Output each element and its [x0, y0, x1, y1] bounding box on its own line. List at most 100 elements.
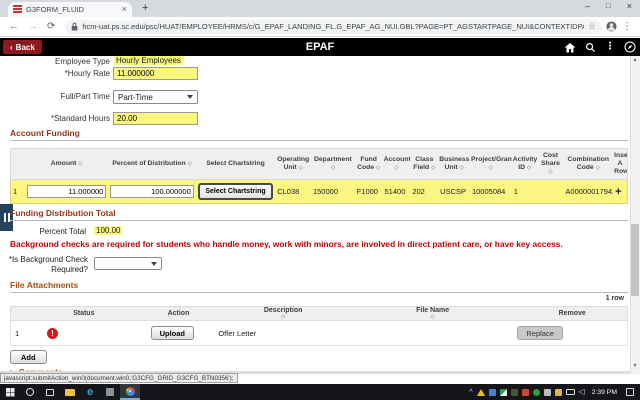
- combination-code-value: A00000017942: [565, 187, 614, 196]
- sort-icon: ◇: [488, 165, 493, 171]
- hidden-icons-chevron[interactable]: ^: [469, 389, 472, 396]
- tab-title: G3FORM_FLUID: [26, 5, 84, 14]
- tray-icon[interactable]: [543, 388, 551, 396]
- upload-button[interactable]: Upload: [150, 326, 195, 340]
- tray-warning-icon[interactable]: [476, 388, 485, 396]
- project-grant-value: 10005084: [471, 187, 506, 196]
- add-button[interactable]: Add: [10, 350, 47, 364]
- vertical-scrollbar[interactable]: ▲ ▼: [630, 56, 640, 374]
- app-header: ‹ Back EPAF ⋮: [0, 38, 640, 56]
- col-project-grant[interactable]: Project/Grant ◇: [470, 156, 512, 172]
- sort-icon: ◇: [330, 165, 335, 171]
- attachments-header-row: Status Action Description ◇ File Name ◇ …: [10, 306, 628, 321]
- window-minimize-button[interactable]: –: [585, 1, 590, 11]
- edge-button[interactable]: e: [80, 384, 100, 400]
- background-check-warning: Background checks are required for stude…: [10, 239, 563, 249]
- folder-icon: [65, 388, 75, 396]
- home-icon[interactable]: [564, 42, 576, 53]
- sort-icon: ◇: [526, 165, 532, 171]
- task-view-button[interactable]: [40, 384, 60, 400]
- amount-input[interactable]: [26, 185, 107, 198]
- hourly-rate-input[interactable]: [113, 67, 198, 80]
- col-percent[interactable]: Percent of Distribution ◇: [108, 160, 195, 168]
- browser-tab-strip: G3FORM_FLUID × + – □ ×: [0, 0, 640, 17]
- action-center-icon[interactable]: [626, 388, 634, 396]
- browser-tab[interactable]: G3FORM_FLUID ×: [8, 2, 132, 17]
- peoplesoft-favicon-icon: [13, 5, 22, 14]
- account-funding-grid: Amount ◇ Percent of Distribution ◇ Selec…: [10, 148, 628, 204]
- tray-icon[interactable]: [499, 388, 507, 396]
- col-account[interactable]: Account ◇: [383, 156, 411, 172]
- full-part-time-label: Full/Part Time: [60, 92, 110, 101]
- full-part-time-select[interactable]: Part-Time: [113, 90, 198, 104]
- insert-row-button[interactable]: +: [615, 186, 621, 198]
- tab-close-icon[interactable]: ×: [122, 5, 127, 14]
- col-class-field[interactable]: Class Field ◇: [410, 156, 438, 172]
- tray-icon[interactable]: [521, 388, 529, 396]
- browser-toolbar: ← → ⟳ hcm-uat.ps.sc.edu/psc/HUAT/EMPLOYE…: [0, 17, 640, 37]
- window-close-button[interactable]: ×: [627, 1, 632, 11]
- chevron-down-icon: [151, 261, 157, 266]
- select-chartstring-button[interactable]: Select Chartstring: [197, 183, 274, 200]
- volume-icon[interactable]: ◁: [579, 388, 585, 396]
- browser-reload-icon[interactable]: ⟳: [47, 21, 55, 32]
- col-file-name[interactable]: File Name ◇: [348, 307, 517, 320]
- col-description[interactable]: Description ◇: [218, 307, 348, 320]
- new-tab-button[interactable]: +: [142, 2, 148, 14]
- file-explorer-button[interactable]: [60, 384, 80, 400]
- sort-icon: ◇: [595, 165, 600, 171]
- activity-id-value: 1: [513, 187, 518, 196]
- col-activity-id[interactable]: Activity ID ◇: [512, 156, 538, 172]
- row-number: 1: [13, 187, 18, 196]
- browser-menu-icon[interactable]: ⋮: [622, 21, 632, 32]
- address-bar[interactable]: hcm-uat.ps.sc.edu/psc/HUAT/EMPLOYEE/HRMS…: [65, 19, 602, 34]
- start-button[interactable]: [0, 384, 20, 400]
- scroll-up-icon[interactable]: ▲: [631, 57, 639, 63]
- grid-row: 1 Select Chartstring CL038 150000 F1000 …: [10, 180, 628, 204]
- col-business-unit[interactable]: Business Unit ◇: [438, 156, 470, 172]
- store-button[interactable]: [100, 384, 120, 400]
- tray-icon[interactable]: [510, 388, 518, 396]
- col-operating-unit[interactable]: Operating Unit ◇: [275, 156, 311, 172]
- scroll-down-icon[interactable]: ▼: [631, 363, 639, 369]
- fund-code-value: F1000: [356, 187, 378, 196]
- status-link-preview: javascript:submitAction_win0(document.wi…: [0, 373, 238, 383]
- file-attachments-title: File Attachments: [10, 280, 79, 290]
- navbar-icon[interactable]: [624, 41, 636, 53]
- chrome-button[interactable]: [120, 384, 140, 400]
- sort-icon: ◇: [375, 165, 381, 171]
- bookmark-star-icon[interactable]: ☆: [588, 21, 596, 32]
- cortana-button[interactable]: [20, 384, 40, 400]
- percent-distribution-input[interactable]: [110, 185, 194, 198]
- search-icon[interactable]: [585, 42, 596, 53]
- row-number: 1: [15, 328, 20, 338]
- clock[interactable]: 2:39 PM: [592, 389, 617, 396]
- chrome-icon: [125, 386, 135, 396]
- system-tray: ^ ◁ 2:39 PM: [469, 388, 640, 396]
- window-maximize-button[interactable]: □: [606, 1, 611, 11]
- sort-icon: ◇: [431, 165, 436, 171]
- network-icon[interactable]: [565, 389, 575, 395]
- col-combination-code[interactable]: Combination Code ◇: [563, 156, 613, 172]
- col-remove: Remove: [558, 310, 586, 317]
- lock-icon: [72, 22, 78, 31]
- col-amount[interactable]: Amount ◇: [25, 160, 108, 168]
- col-action: Action: [167, 310, 190, 317]
- col-fund-code[interactable]: Fund Code ◇: [355, 156, 383, 172]
- divider: [10, 292, 628, 293]
- col-department[interactable]: Department ◇: [311, 156, 355, 172]
- col-status: Status: [73, 310, 95, 317]
- actions-menu-icon[interactable]: ⋮: [605, 42, 615, 52]
- scrollbar-thumb[interactable]: [631, 224, 639, 296]
- profile-avatar-icon[interactable]: [606, 21, 617, 32]
- background-check-select[interactable]: [94, 257, 162, 270]
- col-cost-share[interactable]: Cost Share ◇: [538, 152, 564, 175]
- standard-hours-input[interactable]: [113, 112, 198, 125]
- tray-icon[interactable]: [554, 388, 562, 396]
- tray-icon[interactable]: [532, 388, 540, 396]
- background-check-label: *Is Background Check Required?: [8, 255, 88, 274]
- browser-back-icon[interactable]: ←: [9, 21, 19, 32]
- replace-button[interactable]: Replace: [517, 326, 563, 340]
- tray-icon[interactable]: [488, 388, 496, 396]
- url-text: hcm-uat.ps.sc.edu/psc/HUAT/EMPLOYEE/HRMS…: [82, 22, 584, 31]
